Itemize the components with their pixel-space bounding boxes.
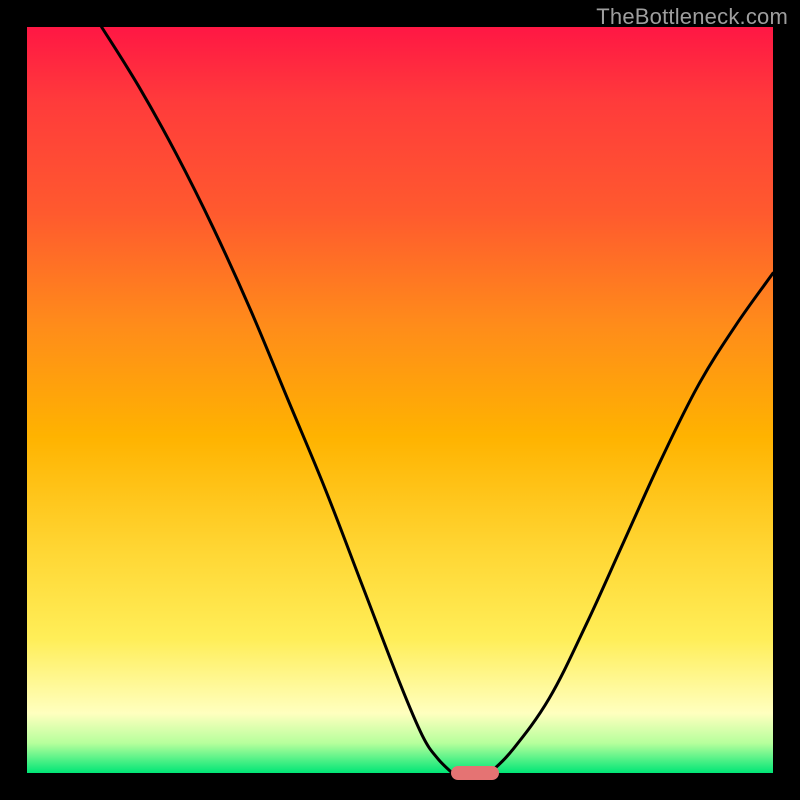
right-curve: [490, 273, 773, 773]
curve-svg: [27, 27, 773, 773]
minimum-marker: [451, 766, 499, 780]
plot-area: [27, 27, 773, 773]
left-curve: [102, 27, 453, 773]
chart-container: TheBottleneck.com: [0, 0, 800, 800]
